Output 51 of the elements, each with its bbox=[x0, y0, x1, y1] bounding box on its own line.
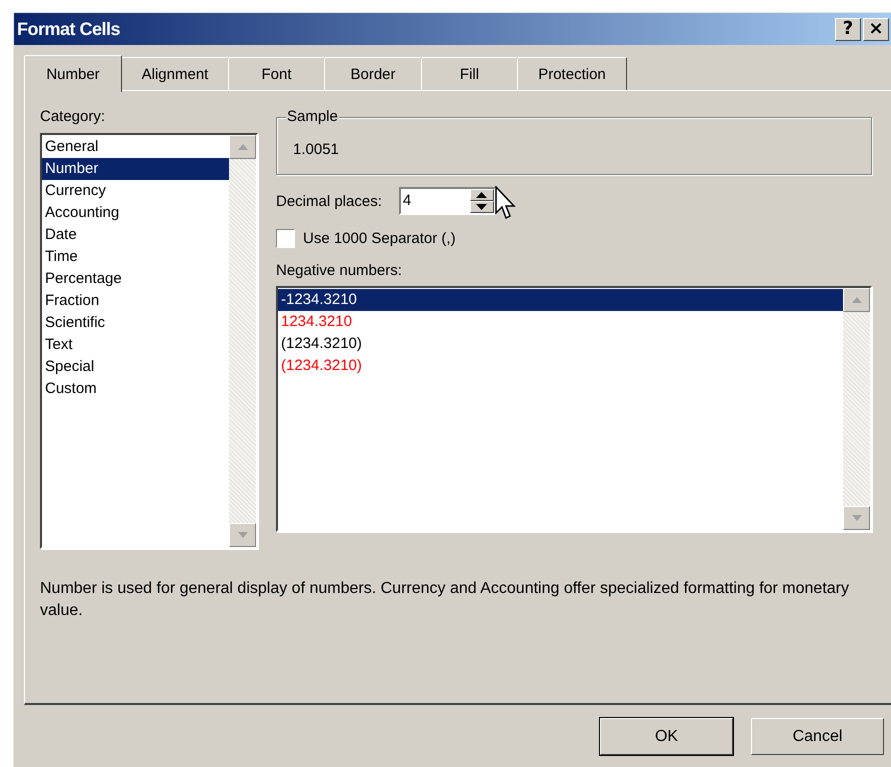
scroll-down-button[interactable] bbox=[229, 523, 256, 547]
list-item[interactable]: Text bbox=[42, 334, 229, 356]
increment-button[interactable] bbox=[470, 189, 494, 201]
list-item[interactable]: General bbox=[42, 136, 229, 158]
scrollbar[interactable] bbox=[843, 288, 870, 530]
checkbox-label[interactable]: Use 1000 Separator (,) bbox=[303, 230, 456, 247]
decrement-button[interactable] bbox=[470, 201, 494, 213]
checkbox[interactable] bbox=[276, 229, 295, 248]
down-arrow-icon bbox=[476, 204, 488, 210]
help-button[interactable]: ? bbox=[835, 18, 861, 40]
description-text: Number is used for general display of numbers. Currency and Accounting offer specialized formatting for monetary value. bbox=[40, 579, 850, 621]
tab[interactable]: Protection bbox=[517, 57, 627, 90]
list-item[interactable]: Accounting bbox=[42, 202, 229, 224]
tab[interactable]: Border bbox=[324, 57, 422, 90]
list-item[interactable]: Fraction bbox=[42, 290, 229, 312]
cancel-button[interactable]: Cancel bbox=[751, 718, 884, 755]
list-item[interactable]: (1234.3210) bbox=[278, 333, 843, 355]
list-item[interactable]: (1234.3210) bbox=[278, 355, 843, 377]
negative-numbers-label: Negative numbers: bbox=[276, 262, 403, 279]
list-item[interactable]: Custom bbox=[42, 378, 229, 400]
group-label: Sample bbox=[286, 108, 339, 125]
down-arrow-icon bbox=[852, 515, 862, 521]
scroll-up-button[interactable] bbox=[843, 288, 870, 312]
ok-button[interactable]: OK bbox=[600, 718, 733, 755]
sample-value: 1.0051 bbox=[293, 140, 339, 158]
tab[interactable]: Font bbox=[228, 57, 325, 90]
category-label: Category: bbox=[40, 108, 106, 125]
tab[interactable]: Number bbox=[24, 55, 122, 92]
list-item[interactable]: Currency bbox=[42, 180, 229, 202]
scroll-up-button[interactable] bbox=[229, 135, 256, 159]
list-item[interactable]: -1234.3210 bbox=[278, 289, 843, 311]
scroll-down-button[interactable] bbox=[843, 506, 870, 530]
scrollbar[interactable] bbox=[229, 135, 256, 547]
negative-numbers-list[interactable]: -1234.3210 1234.3210 (1234.3210) (1234.3210) bbox=[276, 286, 872, 532]
close-button[interactable]: × bbox=[863, 18, 889, 40]
tab[interactable]: Fill bbox=[421, 57, 518, 90]
mouse-pointer-icon bbox=[494, 186, 517, 220]
category-list[interactable]: General Number Currency Accounting Date Time Percentage Fraction Scientific Text Special Custom bbox=[40, 133, 258, 549]
list-item[interactable]: Scientific bbox=[42, 312, 229, 334]
up-arrow-icon bbox=[476, 192, 488, 198]
window-title: Format Cells bbox=[16, 18, 120, 40]
decimal-places-label: Decimal places: bbox=[276, 192, 382, 210]
list-item[interactable]: Date bbox=[42, 224, 229, 246]
up-arrow-icon bbox=[238, 144, 248, 150]
list-item[interactable]: Number bbox=[42, 158, 229, 180]
list-item[interactable]: 1234.3210 bbox=[278, 311, 843, 333]
list-item[interactable]: Special bbox=[42, 356, 229, 378]
list-item[interactable]: Time bbox=[42, 246, 229, 268]
list-item[interactable]: Percentage bbox=[42, 268, 229, 290]
up-arrow-icon bbox=[852, 297, 862, 303]
down-arrow-icon bbox=[238, 532, 248, 538]
